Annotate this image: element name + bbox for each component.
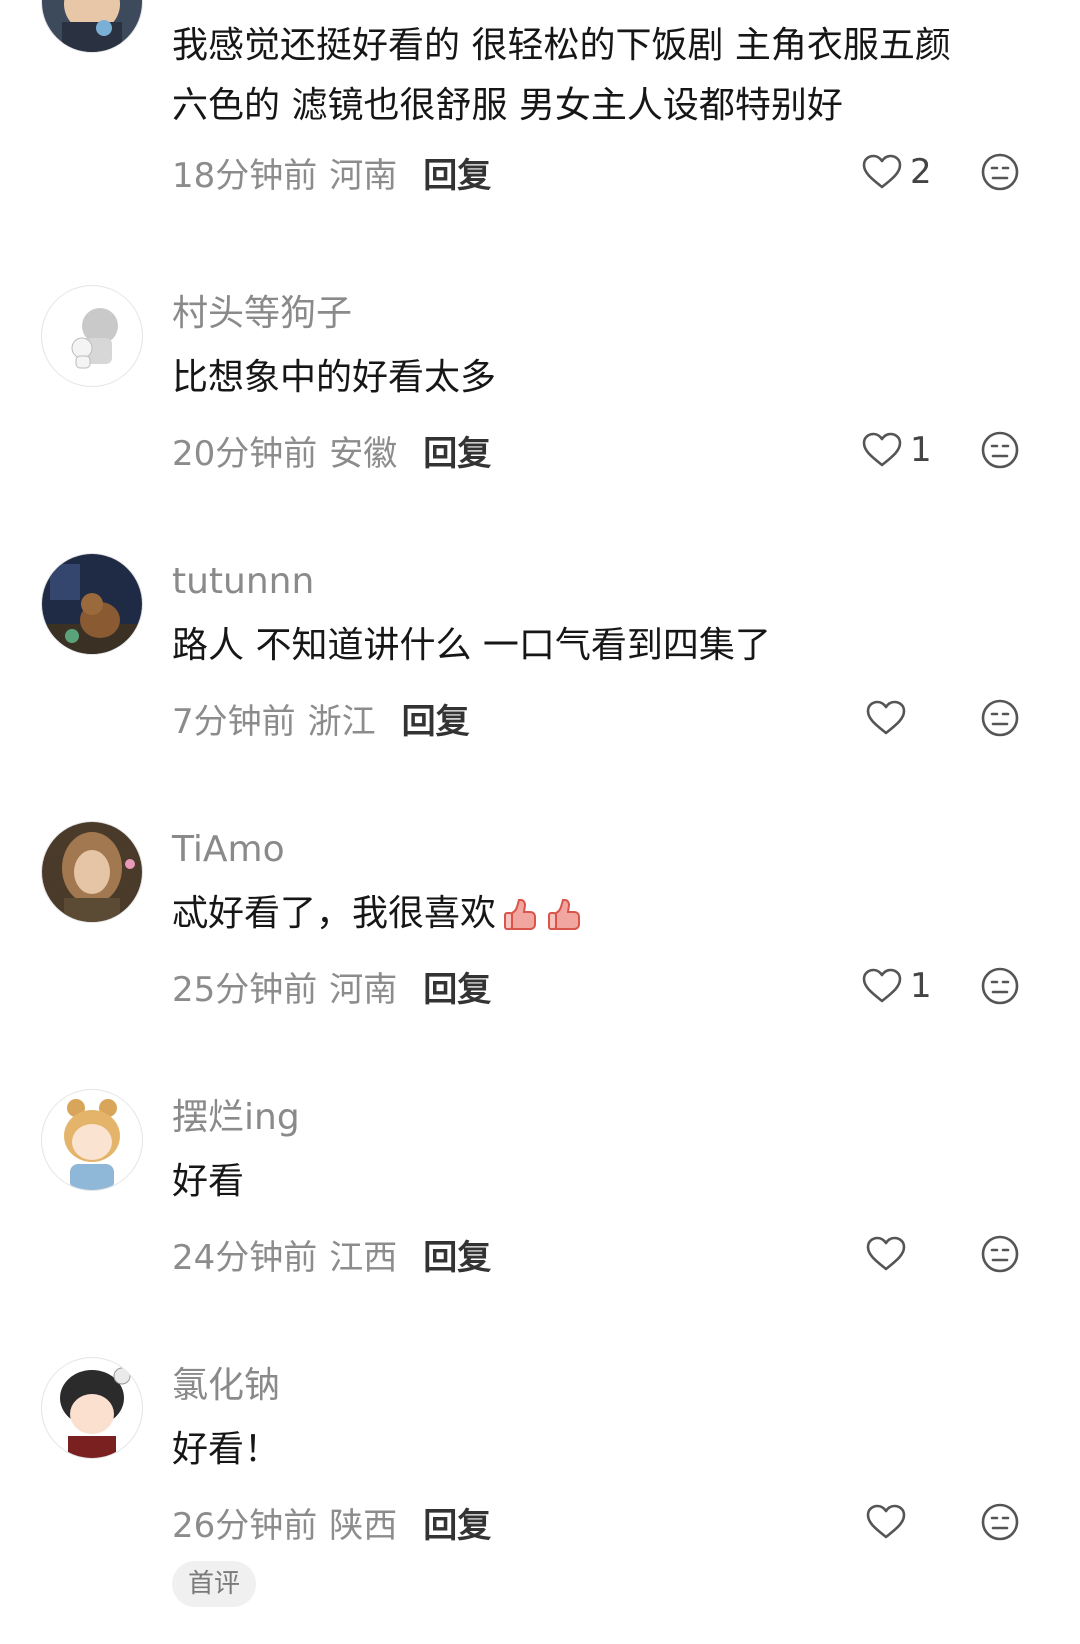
reply-button[interactable]: 回复 bbox=[423, 962, 491, 1011]
comment-line: 好看 bbox=[172, 1161, 245, 1202]
comment-time: 18分钟前 bbox=[172, 155, 318, 196]
heart-outline-icon bbox=[866, 700, 906, 735]
reply-button[interactable]: 回复 bbox=[402, 694, 470, 743]
comment-line: 比想象中的好看太多 bbox=[172, 357, 497, 398]
username[interactable]: 氯化钠 bbox=[172, 1364, 280, 1408]
avatar[interactable] bbox=[42, 0, 142, 52]
username[interactable]: tutunnn bbox=[172, 560, 314, 604]
comment-item: 摆烂ing 好看 24分钟前 江西 回复 bbox=[0, 1072, 1080, 1340]
comment-item: TiAmo 忒好看了，我很喜欢 25分钟前 河南 回复 1 bbox=[0, 804, 1080, 1072]
neutral-face-icon[interactable] bbox=[980, 1502, 1020, 1542]
comment-text: 好看！ bbox=[172, 1420, 1022, 1480]
comment-time: 20分钟前 bbox=[172, 433, 318, 474]
reply-button[interactable]: 回复 bbox=[423, 1230, 491, 1279]
username[interactable]: 村头等狗子 bbox=[172, 292, 352, 336]
reply-button[interactable]: 回复 bbox=[423, 1498, 491, 1547]
first-comment-badge: 首评 bbox=[172, 1561, 257, 1607]
comment-time: 7分钟前 bbox=[172, 701, 296, 742]
like-count: 1 bbox=[910, 430, 932, 470]
comment-item: 我感觉还挺好看的 很轻松的下饭剧 主角衣服五颜 六色的 滤镜也很舒服 男女主人设… bbox=[0, 0, 1080, 268]
neutral-face-icon[interactable] bbox=[980, 1234, 1020, 1274]
comment-location: 安徽 bbox=[329, 433, 398, 474]
comment-meta: 20分钟前 安徽 回复 bbox=[172, 426, 491, 475]
avatar[interactable] bbox=[42, 554, 142, 654]
comment-meta: 26分钟前 陕西 回复 bbox=[172, 1498, 491, 1547]
avatar[interactable] bbox=[42, 286, 142, 386]
comment-meta: 25分钟前 河南 回复 bbox=[172, 962, 491, 1011]
heart-outline-icon bbox=[862, 154, 902, 189]
comment-location: 陕西 bbox=[329, 1505, 398, 1546]
comment-location: 河南 bbox=[329, 969, 398, 1010]
neutral-face-icon[interactable] bbox=[980, 152, 1020, 192]
avatar[interactable] bbox=[42, 1090, 142, 1190]
neutral-face-icon[interactable] bbox=[980, 430, 1020, 470]
comment-text: 忒好看了，我很喜欢 bbox=[172, 884, 1022, 944]
comment-line: 六色的 滤镜也很舒服 男女主人设都特别好 bbox=[172, 85, 843, 126]
avatar[interactable] bbox=[42, 1358, 142, 1458]
comment-location: 浙江 bbox=[307, 701, 376, 742]
like-button[interactable] bbox=[866, 1500, 906, 1544]
username[interactable]: TiAmo bbox=[172, 828, 285, 872]
comment-time: 25分钟前 bbox=[172, 969, 318, 1010]
like-count: 2 bbox=[910, 152, 932, 192]
comment-meta: 18分钟前 河南 回复 bbox=[172, 148, 491, 197]
comment-time: 24分钟前 bbox=[172, 1237, 318, 1278]
heart-outline-icon bbox=[862, 968, 902, 1003]
heart-outline-icon bbox=[866, 1504, 906, 1539]
comment-text: 比想象中的好看太多 bbox=[172, 348, 1022, 408]
comment-line: 路人 不知道讲什么 一口气看到四集了 bbox=[172, 625, 771, 666]
reply-button[interactable]: 回复 bbox=[423, 426, 491, 475]
comment-line-text: 忒好看了，我很喜欢 bbox=[172, 893, 497, 934]
heart-outline-icon bbox=[866, 1236, 906, 1271]
comment-line: 忒好看了，我很喜欢 bbox=[172, 884, 1022, 944]
comment-meta: 24分钟前 江西 回复 bbox=[172, 1230, 491, 1279]
username[interactable]: 摆烂ing bbox=[172, 1096, 300, 1140]
comment-line: 好看！ bbox=[172, 1429, 281, 1470]
neutral-face-icon[interactable] bbox=[980, 966, 1020, 1006]
like-button[interactable]: 2 bbox=[862, 150, 932, 194]
like-button[interactable]: 1 bbox=[862, 428, 932, 472]
comment-item: 氯化钠 好看！ 26分钟前 陕西 回复 bbox=[0, 1340, 1080, 1608]
comment-location: 河南 bbox=[329, 155, 398, 196]
comment-text: 好看 bbox=[172, 1152, 1022, 1212]
avatar[interactable] bbox=[42, 822, 142, 922]
comment-item: 村头等狗子 比想象中的好看太多 20分钟前 安徽 回复 1 bbox=[0, 268, 1080, 536]
comment-location: 江西 bbox=[329, 1237, 398, 1278]
comment-time: 26分钟前 bbox=[172, 1505, 318, 1546]
reply-button[interactable]: 回复 bbox=[423, 148, 491, 197]
neutral-face-icon[interactable] bbox=[980, 698, 1020, 738]
like-button[interactable] bbox=[866, 1232, 906, 1276]
comment-line: 我感觉还挺好看的 很轻松的下饭剧 主角衣服五颜 bbox=[172, 25, 951, 66]
heart-outline-icon bbox=[862, 432, 902, 467]
thumbs-up-icon bbox=[504, 899, 537, 930]
thumbs-up-icon bbox=[548, 899, 581, 930]
comment-text: 路人 不知道讲什么 一口气看到四集了 bbox=[172, 616, 1022, 676]
like-count: 1 bbox=[910, 966, 932, 1006]
comment-meta: 7分钟前 浙江 回复 bbox=[172, 694, 470, 743]
comment-item: tutunnn 路人 不知道讲什么 一口气看到四集了 7分钟前 浙江 回复 bbox=[0, 536, 1080, 804]
comment-text: 我感觉还挺好看的 很轻松的下饭剧 主角衣服五颜 六色的 滤镜也很舒服 男女主人设… bbox=[172, 16, 1022, 136]
like-button[interactable] bbox=[866, 696, 906, 740]
like-button[interactable]: 1 bbox=[862, 964, 932, 1008]
